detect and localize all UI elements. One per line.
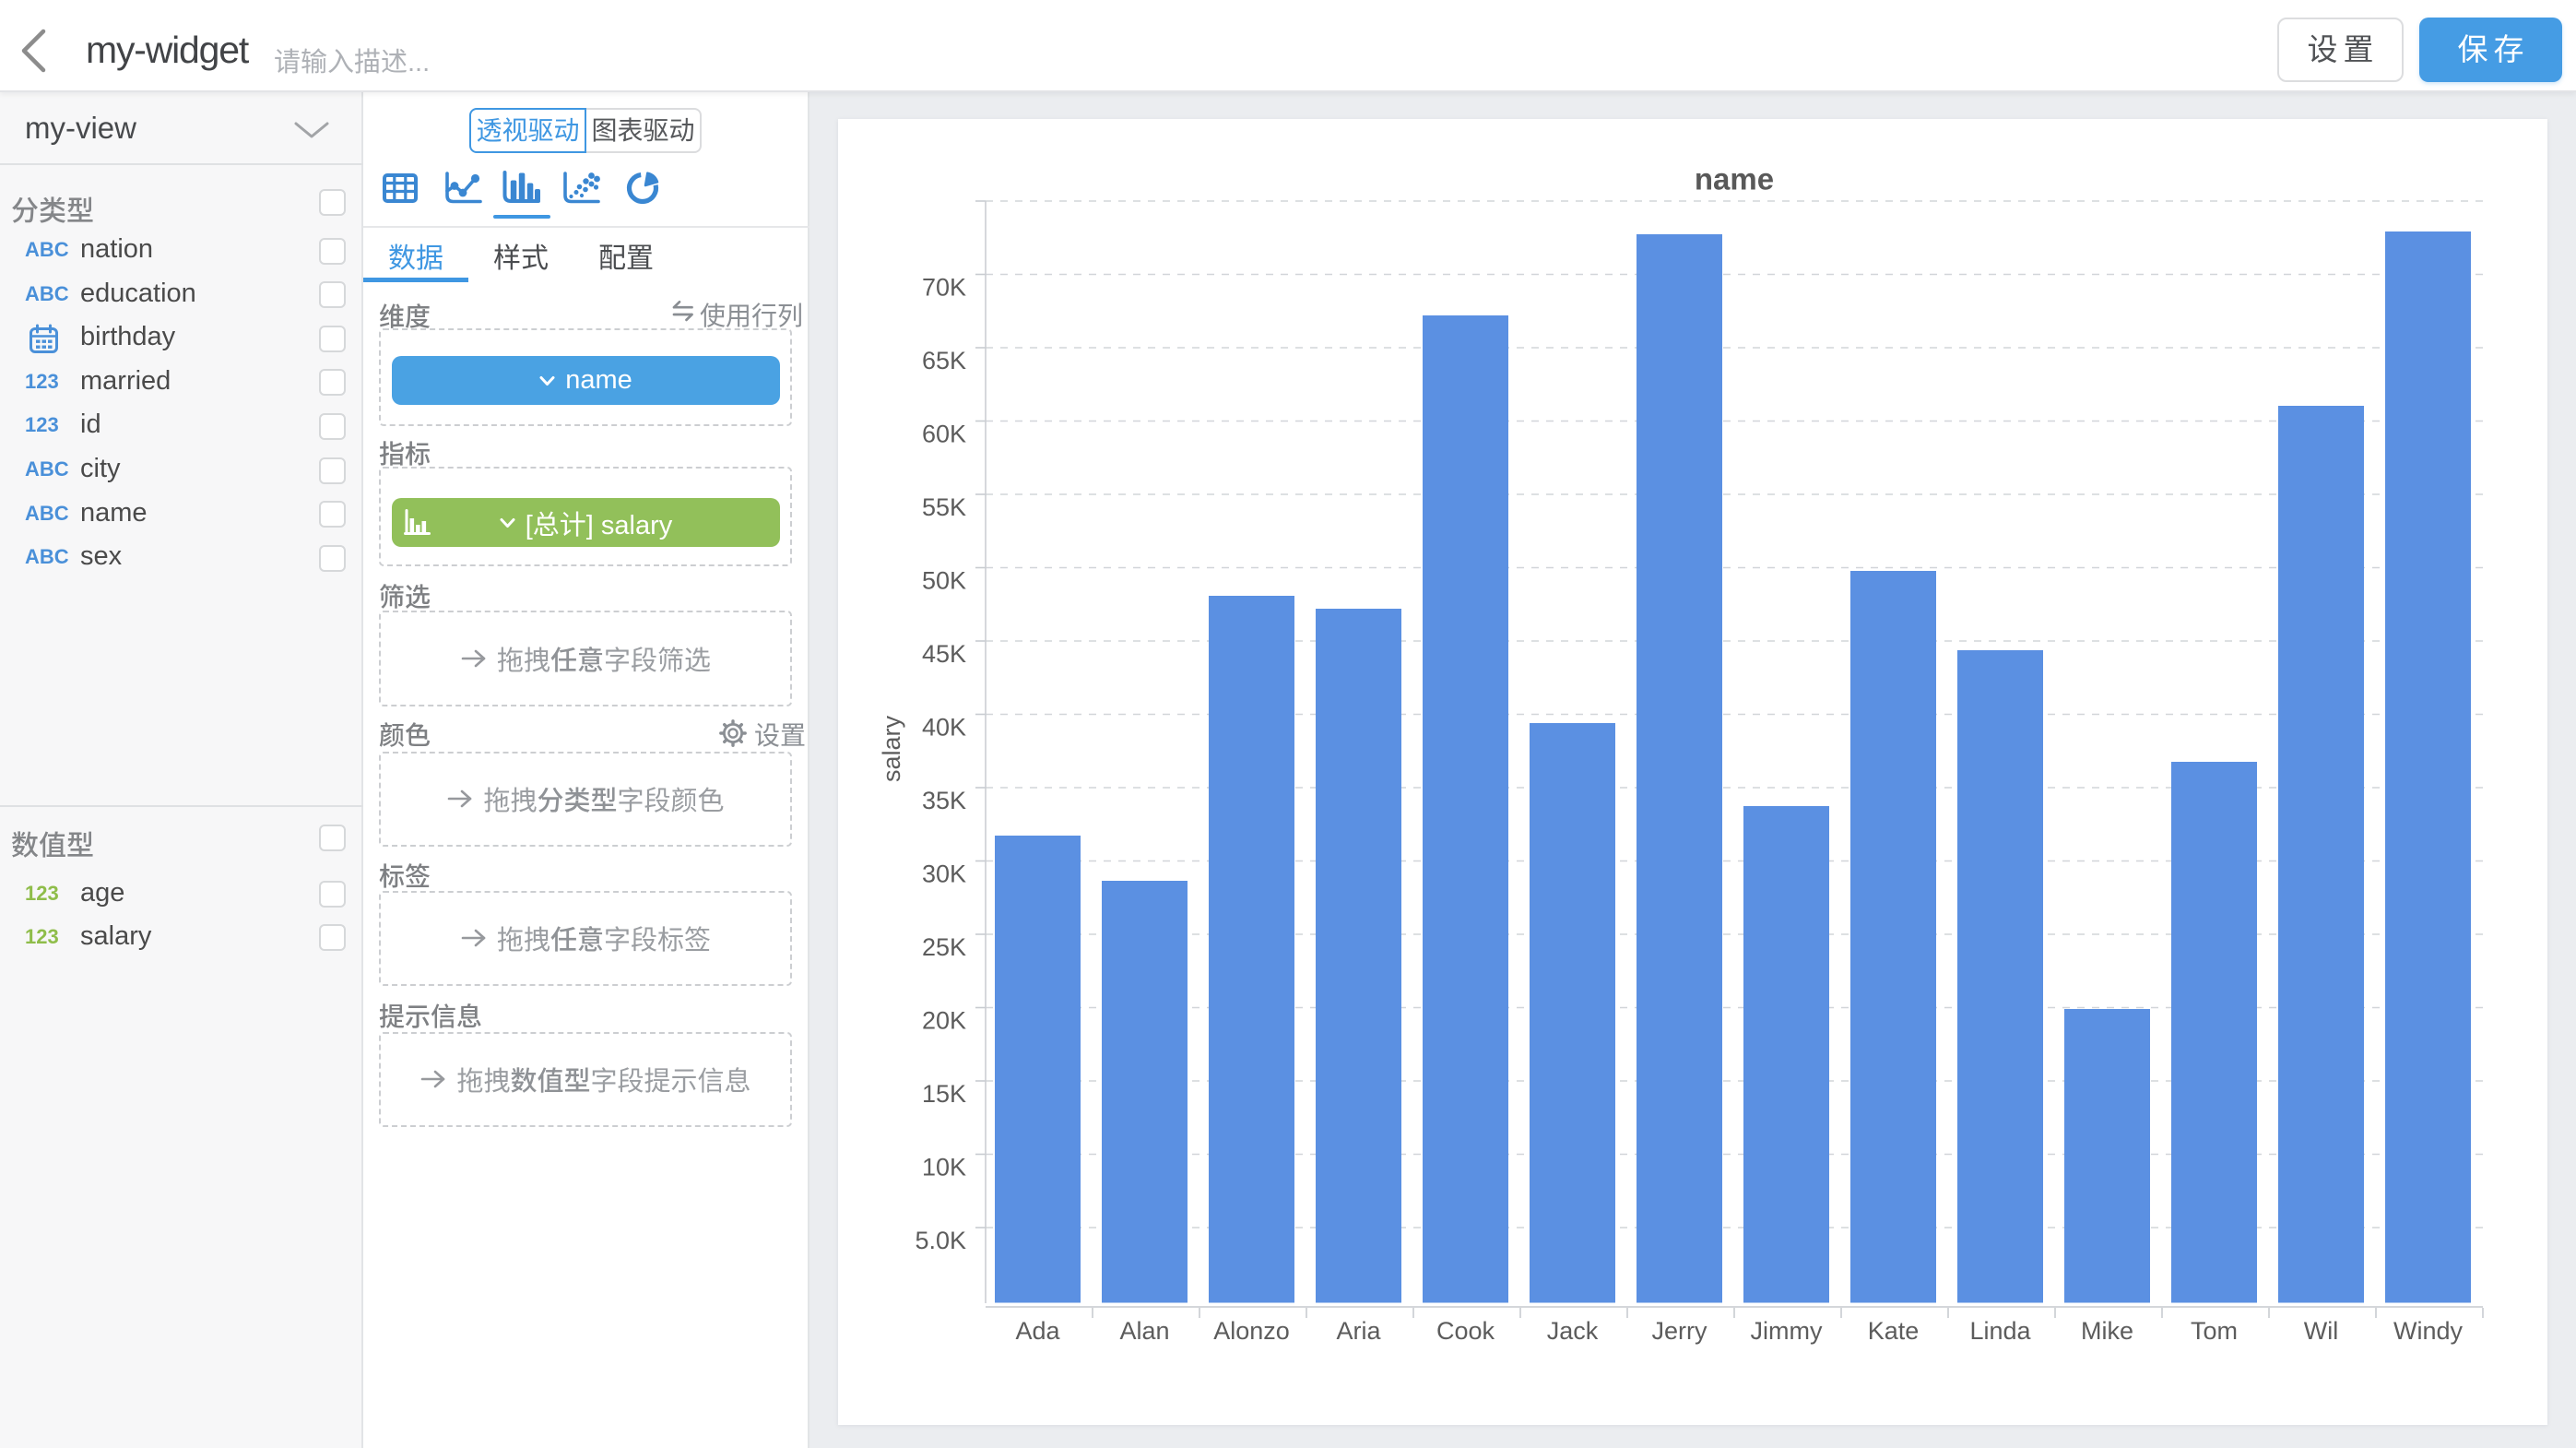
svg-text:20K: 20K <box>922 1007 966 1035</box>
svg-text:Alonzo: Alonzo <box>1213 1317 1290 1345</box>
svg-text:15K: 15K <box>922 1080 966 1108</box>
svg-text:55K: 55K <box>922 493 966 521</box>
svg-text:65K: 65K <box>922 347 966 374</box>
svg-text:Tom: Tom <box>2191 1317 2238 1345</box>
svg-text:name: name <box>1695 162 1774 196</box>
svg-text:Jack: Jack <box>1547 1317 1599 1345</box>
svg-text:Jerry: Jerry <box>1652 1317 1707 1345</box>
svg-text:5.0K: 5.0K <box>915 1227 966 1254</box>
svg-text:Kate: Kate <box>1868 1317 1920 1345</box>
svg-text:Linda: Linda <box>1969 1317 2031 1345</box>
svg-text:Wil: Wil <box>2304 1317 2338 1345</box>
svg-text:50K: 50K <box>922 567 966 595</box>
svg-text:70K: 70K <box>922 274 966 302</box>
svg-text:40K: 40K <box>922 714 966 742</box>
svg-text:Windy: Windy <box>2393 1317 2464 1345</box>
svg-text:Aria: Aria <box>1336 1317 1381 1345</box>
svg-text:25K: 25K <box>922 933 966 961</box>
svg-text:Mike: Mike <box>2081 1317 2133 1345</box>
svg-text:10K: 10K <box>922 1154 966 1181</box>
svg-text:30K: 30K <box>922 860 966 888</box>
svg-text:35K: 35K <box>922 787 966 814</box>
svg-text:60K: 60K <box>922 421 966 448</box>
svg-text:Ada: Ada <box>1015 1317 1060 1345</box>
svg-text:salary: salary <box>878 715 905 782</box>
svg-text:Jimmy: Jimmy <box>1751 1317 1823 1345</box>
svg-text:45K: 45K <box>922 640 966 668</box>
svg-text:Alan: Alan <box>1119 1317 1169 1345</box>
svg-text:Cook: Cook <box>1436 1317 1495 1345</box>
